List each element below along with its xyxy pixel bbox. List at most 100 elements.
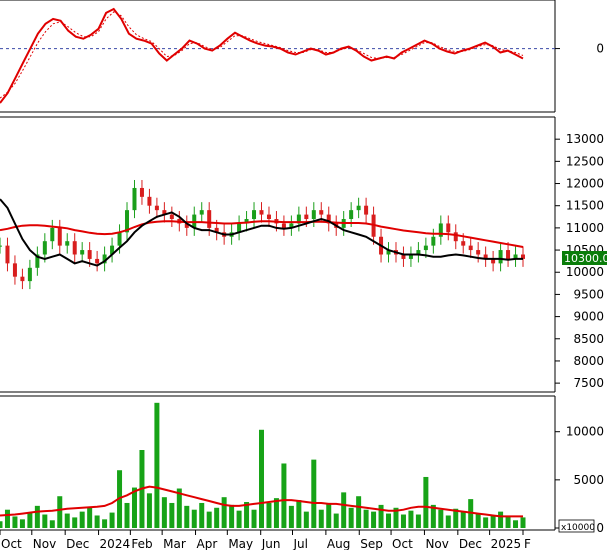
price-candle-body — [431, 236, 436, 246]
volume-bar — [146, 493, 152, 528]
x-tick-label: Dec — [66, 537, 89, 550]
price-candle-body — [5, 245, 10, 264]
last-price-label: 10300.00 — [564, 252, 607, 265]
price-candle-body — [199, 210, 204, 215]
price-candle-body — [27, 267, 32, 282]
volume-bar — [460, 511, 466, 528]
price-tick-label: 8000 — [573, 354, 604, 368]
volume-bar — [87, 507, 93, 528]
price-candle-body — [65, 241, 70, 246]
x-tick-label: Aug — [327, 537, 350, 550]
volume-bar — [34, 505, 40, 528]
price-candle-body — [0, 245, 2, 247]
volume-bar — [49, 520, 55, 528]
price-candle-body — [57, 227, 62, 246]
volume-bar — [505, 516, 511, 528]
volume-bar — [371, 511, 377, 528]
volume-bar — [311, 459, 317, 528]
volume-bar — [266, 502, 272, 528]
volume-bar — [445, 515, 451, 528]
price-candle-body — [266, 214, 271, 220]
price-candle-body — [72, 241, 77, 255]
volume-bar — [0, 521, 3, 528]
price-candle-body — [446, 223, 451, 233]
volume-bar — [124, 502, 130, 528]
x-tick-label: Feb — [131, 537, 152, 550]
x-tick-label: Sep — [360, 537, 383, 550]
price-candle-body — [259, 210, 264, 215]
volume-bar — [131, 487, 137, 528]
volume-bar — [386, 513, 392, 528]
price-candle-body — [80, 250, 85, 255]
volume-unit-label: x10000 — [561, 523, 595, 533]
volume-bar — [400, 514, 406, 528]
x-tick-label: Nov — [425, 537, 448, 550]
price-tick-label: 11000 — [566, 221, 604, 235]
volume-bar — [483, 517, 489, 528]
volume-bar — [363, 509, 369, 528]
price-candle-body — [356, 205, 361, 211]
volume-bar — [513, 520, 519, 528]
price-candle-body — [147, 196, 152, 206]
volume-bar — [303, 511, 309, 528]
x-tick-label: Nov — [33, 537, 56, 550]
volume-bar — [273, 498, 279, 528]
volume-bar — [206, 511, 212, 528]
price-candle-body — [498, 250, 503, 264]
x-tick-label: Oct — [392, 537, 413, 550]
volume-bar — [12, 516, 18, 528]
price-candle-body — [281, 223, 286, 228]
x-tick-label: Oct — [1, 537, 22, 550]
volume-bar — [520, 517, 526, 528]
price-candle-body — [468, 245, 473, 251]
x-tick-label: Apr — [197, 537, 218, 550]
volume-bar — [72, 517, 78, 528]
x-tick-label: 2024 — [100, 537, 131, 550]
x-tick-label: Jul — [292, 537, 307, 550]
volume-bar — [408, 510, 414, 528]
price-candle-body — [42, 241, 47, 255]
volume-bar — [184, 505, 190, 528]
volume-bar — [498, 511, 504, 528]
volume-bar — [318, 509, 324, 528]
volume-bar — [296, 500, 302, 528]
volume-bar — [27, 512, 33, 528]
volume-bar — [64, 513, 70, 528]
price-candle-body — [476, 250, 481, 255]
volume-bar — [259, 429, 264, 528]
volume-bar — [341, 492, 347, 528]
price-tick-label: 7500 — [573, 376, 604, 390]
x-tick-label: Mar — [163, 537, 186, 550]
volume-bar — [333, 513, 339, 528]
price-candle-body — [20, 276, 25, 282]
volume-bar — [251, 509, 257, 528]
x-tick-label: May — [228, 537, 253, 550]
volume-bar — [221, 497, 227, 528]
volume-bar — [378, 504, 384, 528]
volume-bar — [326, 502, 332, 528]
volume-bar — [94, 515, 100, 528]
price-tick-label: 9000 — [573, 310, 604, 324]
price-candle-body — [423, 245, 428, 251]
price-candle-body — [154, 205, 159, 211]
volume-bar — [57, 496, 63, 528]
volume-bar — [348, 507, 354, 528]
price-candle-body — [506, 250, 511, 259]
price-candle-body — [169, 214, 174, 220]
volume-bar — [236, 510, 242, 528]
price-candle-body — [319, 210, 324, 215]
price-tick-label: 12000 — [566, 177, 604, 191]
volume-bar — [161, 497, 167, 528]
volume-bar — [288, 505, 294, 528]
volume-bar — [438, 509, 444, 528]
price-candle-body — [252, 210, 257, 220]
volume-bar — [423, 476, 429, 528]
price-candle-body — [117, 232, 122, 246]
volume-bar — [415, 514, 421, 528]
stock-chart: 0 75008000850090009500100001050011000115… — [0, 0, 607, 550]
price-candle-body — [50, 227, 55, 242]
volume-bar — [490, 515, 496, 528]
price-candle-body — [364, 205, 369, 215]
volume-bar — [214, 507, 220, 528]
price-candle-body — [304, 214, 309, 220]
